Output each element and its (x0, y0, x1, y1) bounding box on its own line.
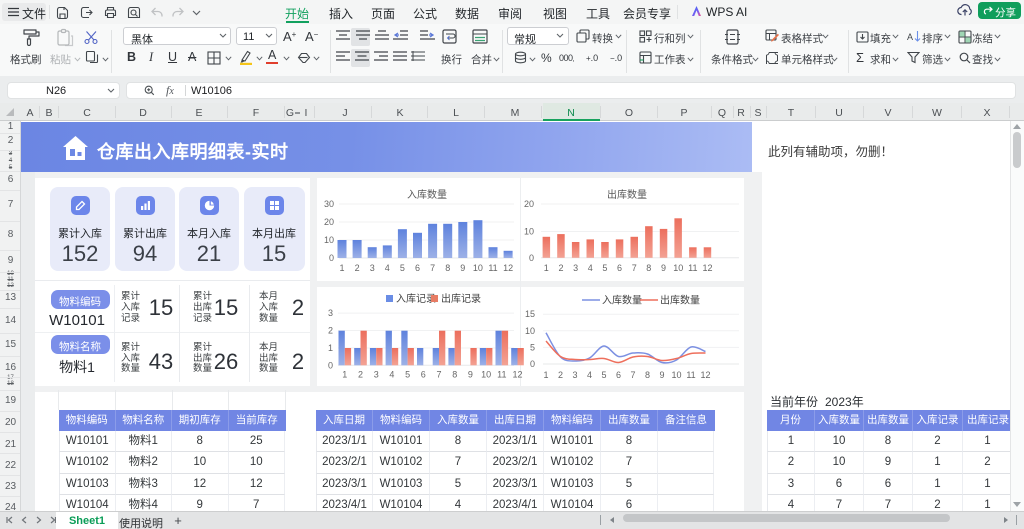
svg-text:11: 11 (686, 370, 695, 380)
svg-text:3: 3 (374, 370, 379, 380)
svg-text:7: 7 (630, 370, 635, 380)
svg-text:10: 10 (525, 326, 535, 336)
svg-text:15: 15 (525, 309, 535, 319)
svg-text:3: 3 (328, 308, 333, 318)
svg-text:7: 7 (436, 370, 441, 380)
svg-text:8: 8 (452, 370, 457, 380)
svg-text:30: 30 (324, 199, 334, 209)
svg-text:A: A (907, 32, 913, 42)
svg-text:1: 1 (543, 370, 548, 380)
svg-text:8: 8 (445, 263, 450, 273)
svg-text:3: 3 (370, 263, 375, 273)
svg-text:20: 20 (524, 199, 534, 209)
svg-text:12: 12 (702, 263, 712, 273)
svg-text:5: 5 (400, 263, 405, 273)
svg-text:5: 5 (602, 263, 607, 273)
svg-text:3: 3 (572, 370, 577, 380)
svg-text:10: 10 (671, 370, 681, 380)
svg-text:6: 6 (421, 370, 426, 380)
svg-text:0: 0 (329, 253, 334, 263)
svg-text:出库数量: 出库数量 (660, 294, 700, 307)
svg-text:4: 4 (389, 370, 394, 380)
svg-text:7: 7 (430, 263, 435, 273)
svg-text:2: 2 (328, 326, 333, 336)
svg-text:1: 1 (342, 370, 347, 380)
svg-text:出库记录: 出库记录 (441, 292, 481, 305)
svg-text:9: 9 (661, 263, 666, 273)
svg-text:4: 4 (587, 370, 592, 380)
svg-text:入库数量: 入库数量 (602, 294, 642, 307)
svg-text:11: 11 (688, 263, 697, 273)
svg-text:10: 10 (481, 370, 491, 380)
svg-text:12: 12 (503, 263, 513, 273)
svg-text:0: 0 (328, 360, 333, 370)
svg-text:2: 2 (355, 263, 360, 273)
svg-text:6: 6 (616, 370, 621, 380)
svg-text:4: 4 (588, 263, 593, 273)
svg-text:8: 8 (645, 370, 650, 380)
svg-text:10: 10 (524, 227, 534, 237)
svg-text:20: 20 (324, 217, 334, 227)
svg-text:11: 11 (497, 370, 506, 380)
svg-text:2: 2 (558, 370, 563, 380)
svg-text:9: 9 (468, 370, 473, 380)
svg-text:4: 4 (385, 263, 390, 273)
svg-text:1: 1 (339, 263, 344, 273)
svg-text:1: 1 (328, 343, 333, 353)
svg-text:6: 6 (415, 263, 420, 273)
svg-text:10: 10 (473, 263, 483, 273)
svg-text:6: 6 (617, 263, 622, 273)
svg-text:1: 1 (544, 263, 549, 273)
svg-text:10: 10 (324, 235, 334, 245)
svg-text:3: 3 (573, 263, 578, 273)
svg-text:2: 2 (358, 370, 363, 380)
svg-text:8: 8 (646, 263, 651, 273)
svg-text:5: 5 (405, 370, 410, 380)
svg-text:出库数量: 出库数量 (607, 188, 647, 201)
svg-text:12: 12 (512, 370, 522, 380)
svg-text:5: 5 (530, 342, 535, 352)
svg-text:2: 2 (558, 263, 563, 273)
svg-text:10: 10 (673, 263, 683, 273)
svg-text:5: 5 (601, 370, 606, 380)
svg-text:9: 9 (659, 370, 664, 380)
svg-text:9: 9 (460, 263, 465, 273)
svg-text:12: 12 (700, 370, 710, 380)
svg-text:0: 0 (530, 359, 535, 369)
svg-text:入库记录: 入库记录 (396, 292, 436, 305)
svg-text:7: 7 (632, 263, 637, 273)
svg-text:11: 11 (488, 263, 497, 273)
svg-text:0: 0 (529, 253, 534, 263)
svg-text:入库数量: 入库数量 (407, 188, 447, 201)
